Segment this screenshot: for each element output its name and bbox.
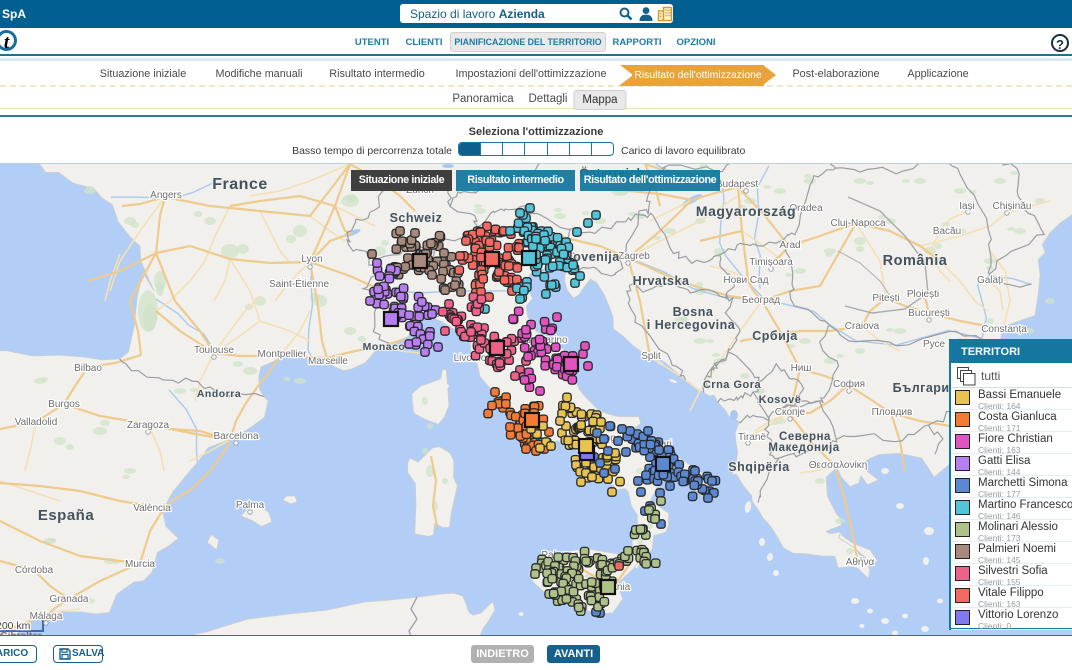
svg-text:Gibraltar: Gibraltar [0, 631, 42, 636]
svg-text:Monaco: Monaco [363, 341, 406, 353]
svg-text:Crna Gora: Crna Gora [703, 379, 762, 391]
svg-text:España: España [38, 507, 95, 524]
svg-text:Пловдив: Пловдив [872, 407, 913, 418]
svg-text:Србија: Србија [752, 329, 798, 343]
svg-text:Constanța: Constanța [981, 324, 1027, 335]
svg-text:Split: Split [641, 351, 661, 362]
svg-text:Schweiz: Schweiz [390, 211, 443, 225]
svg-text:Pitești: Pitești [872, 293, 899, 304]
svg-text:Zaragoza: Zaragoza [127, 420, 170, 431]
svg-text:Craiova: Craiova [845, 321, 880, 332]
svg-text:Arad: Arad [779, 240, 800, 251]
svg-text:Toulouse: Toulouse [194, 345, 234, 356]
svg-text:Cluj-Napoca: Cluj-Napoca [830, 218, 885, 229]
svg-text:Barcelona: Barcelona [213, 431, 258, 442]
svg-text:Livorno: Livorno [454, 353, 487, 364]
svg-text:Shqipëria: Shqipëria [728, 460, 790, 474]
svg-text:Budapest: Budapest [716, 179, 758, 190]
svg-text:Русе: Русе [923, 339, 946, 350]
svg-text:Andorra: Andorra [197, 388, 241, 400]
svg-text:Valladolid: Valladolid [15, 417, 58, 428]
svg-text:Galați: Galați [977, 275, 1003, 286]
svg-text:Marseille: Marseille [308, 356, 348, 367]
svg-text:Македонија: Македонија [768, 442, 839, 454]
svg-text:Magyarország: Magyarország [696, 203, 796, 219]
svg-text:Montpellier: Montpellier [258, 349, 308, 360]
svg-text:Córdoba: Córdoba [15, 565, 54, 576]
svg-text:София: София [833, 378, 865, 390]
svg-text:Saint-Étienne: Saint-Étienne [269, 277, 329, 290]
svg-text:Нови Сад: Нови Сад [723, 275, 768, 286]
svg-text:Málaga: Málaga [30, 611, 63, 622]
svg-text:Αθήνα: Αθήνα [846, 556, 875, 568]
svg-text:Lyon: Lyon [301, 254, 322, 265]
svg-text:Скопје: Скопје [775, 407, 806, 418]
svg-text:Београд: Београд [742, 295, 780, 306]
svg-text:Granada: Granada [50, 594, 89, 605]
svg-text:Timișoara: Timișoara [749, 257, 793, 268]
svg-text:Murcia: Murcia [125, 559, 155, 570]
svg-text:Kosovë: Kosovë [759, 394, 802, 406]
svg-text:Θεσσαλονίκη: Θεσσαλονίκη [809, 459, 868, 471]
svg-text:Ниш: Ниш [791, 363, 812, 374]
svg-text:Bilbao: Bilbao [74, 363, 102, 374]
svg-text:Iași: Iași [959, 201, 975, 212]
svg-text:i Hercegovina: i Hercegovina [647, 318, 736, 332]
svg-text:València: València [133, 503, 171, 514]
svg-text:Bacău: Bacău [933, 226, 961, 237]
svg-text:Hrvatska: Hrvatska [633, 274, 690, 288]
svg-text:Chișinău: Chișinău [993, 201, 1032, 212]
svg-text:France: France [212, 176, 267, 193]
svg-text:Burgos: Burgos [48, 399, 80, 410]
svg-text:Tiranë: Tiranë [738, 432, 766, 443]
svg-text:Angers: Angers [150, 190, 182, 201]
svg-text:București: București [908, 308, 950, 319]
svg-text:Zagreb: Zagreb [618, 251, 650, 262]
svg-text:Ploiești: Ploiești [907, 289, 939, 300]
svg-text:România: România [883, 253, 948, 269]
svg-text:Bosna: Bosna [673, 305, 714, 319]
svg-text:Palma: Palma [236, 500, 265, 511]
svg-text:България: България [893, 381, 958, 395]
